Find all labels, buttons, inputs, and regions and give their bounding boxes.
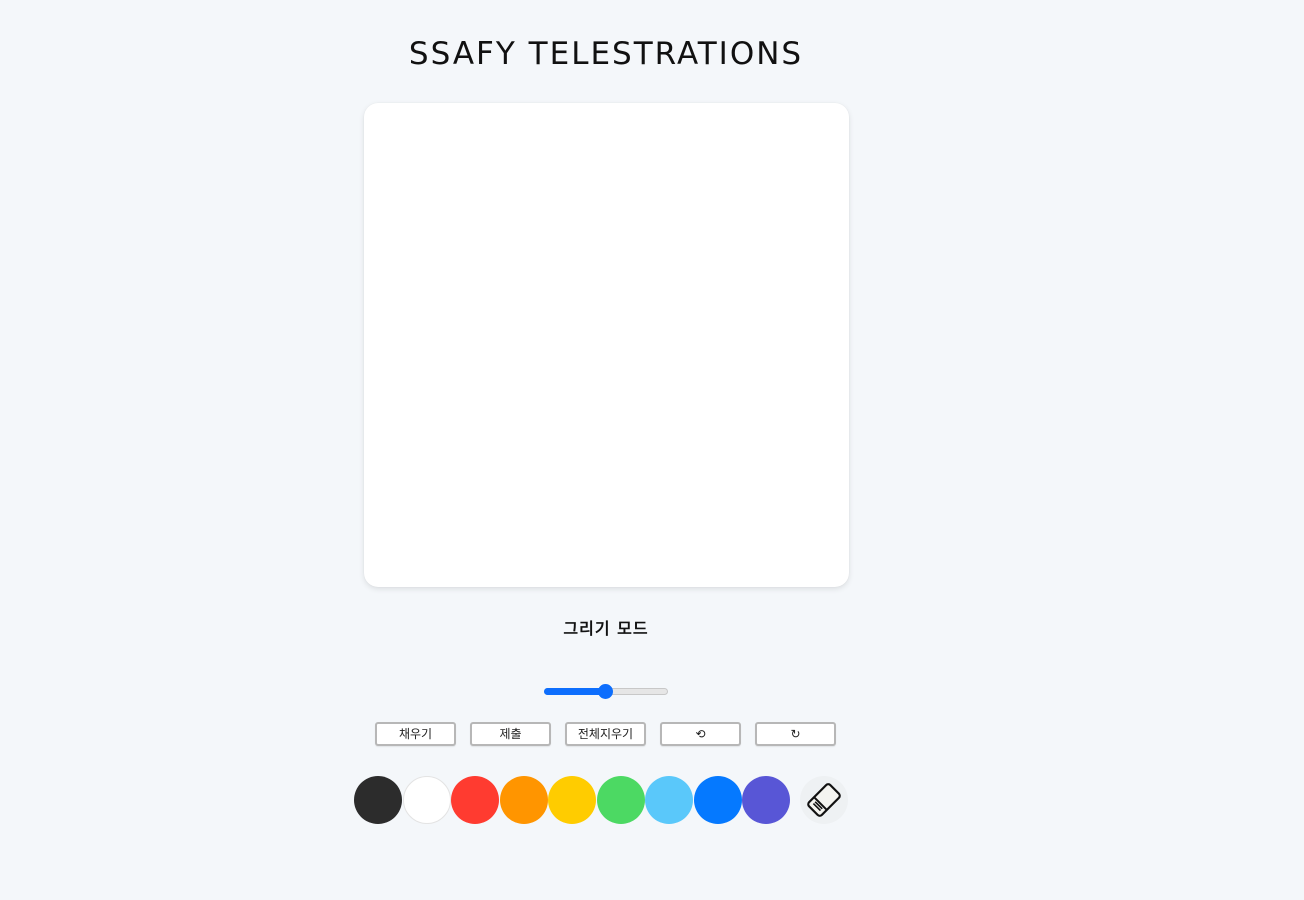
eraser-button[interactable] bbox=[800, 776, 848, 824]
color-swatch-green[interactable] bbox=[597, 776, 645, 824]
color-swatch-yellow[interactable] bbox=[548, 776, 596, 824]
slider-thumb[interactable] bbox=[598, 684, 613, 699]
color-swatch-sky-blue[interactable] bbox=[645, 776, 693, 824]
color-swatch-orange[interactable] bbox=[500, 776, 548, 824]
fill-button[interactable]: 채우기 bbox=[375, 722, 456, 746]
submit-button[interactable]: 제출 bbox=[470, 722, 551, 746]
brush-size-slider[interactable] bbox=[544, 684, 668, 699]
drawing-canvas[interactable] bbox=[364, 103, 849, 587]
eraser-icon bbox=[807, 783, 841, 817]
page-title: SSAFY TELESTRATIONS bbox=[408, 36, 804, 72]
slider-fill bbox=[544, 688, 606, 695]
color-swatch-blue[interactable] bbox=[694, 776, 742, 824]
mode-label: 그리기 모드 bbox=[563, 619, 649, 638]
drawing-page: SSAFY TELESTRATIONS 그리기 모드 채우기 제출 전체지우기 … bbox=[0, 0, 1304, 900]
redo-button[interactable]: ↻ bbox=[755, 722, 836, 746]
color-swatch-red[interactable] bbox=[451, 776, 499, 824]
color-swatch-black[interactable] bbox=[354, 776, 402, 824]
clear-all-button[interactable]: 전체지우기 bbox=[565, 722, 646, 746]
undo-button[interactable]: ⟲ bbox=[660, 722, 741, 746]
color-swatch-white[interactable] bbox=[403, 776, 451, 824]
color-swatch-purple[interactable] bbox=[742, 776, 790, 824]
